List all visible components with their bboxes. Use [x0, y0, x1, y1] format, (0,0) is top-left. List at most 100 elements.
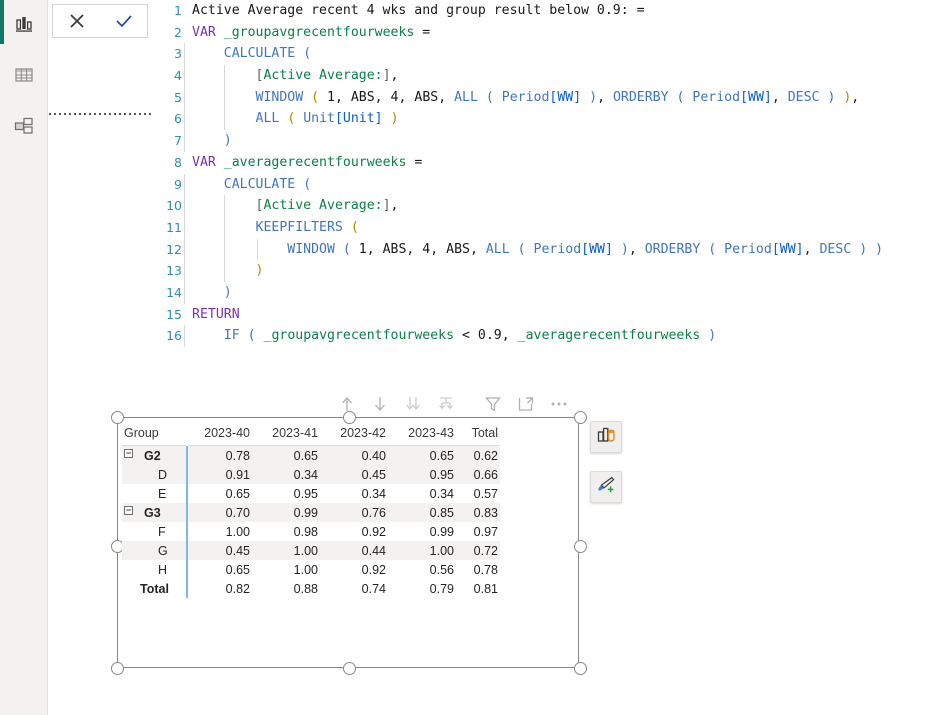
matrix-column-header[interactable]: 2023-43	[392, 423, 460, 446]
matrix-column-header[interactable]: Group	[122, 423, 187, 446]
matrix-value-cell[interactable]: 0.76	[324, 503, 392, 522]
matrix-value-cell[interactable]: 0.65	[186, 560, 256, 579]
matrix-value-cell[interactable]: 0.95	[256, 484, 324, 503]
resize-handle-bottom-right[interactable]	[574, 662, 587, 675]
matrix-value-cell[interactable]: 0.88	[256, 579, 324, 598]
filter-icon[interactable]	[476, 390, 509, 418]
matrix-column-header[interactable]: 2023-41	[256, 423, 324, 446]
pane-splitter-handle[interactable]	[49, 113, 152, 115]
matrix-value-cell[interactable]: 0.85	[392, 503, 460, 522]
matrix-value-cell[interactable]: 0.99	[392, 522, 460, 541]
code-token: Active Average:	[263, 198, 383, 214]
dax-formula-editor[interactable]: 1 Active Average recent 4 wks and group r…	[152, 0, 931, 378]
expand-all-down-icon[interactable]	[396, 390, 429, 418]
matrix-value-cell[interactable]: 0.65	[256, 446, 324, 466]
format-pane-button[interactable]	[590, 471, 622, 503]
matrix-total-cell[interactable]: 0.66	[460, 465, 500, 484]
matrix-value-cell[interactable]: 0.78	[186, 445, 256, 465]
matrix-value-cell[interactable]: 0.45	[324, 465, 392, 484]
focus-mode-icon[interactable]	[509, 390, 542, 418]
matrix-value-cell[interactable]: 0.91	[186, 465, 256, 484]
matrix-value-cell[interactable]: 0.44	[324, 541, 392, 560]
matrix-row[interactable]: G 0.45 1.00 0.44 1.00 0.72	[122, 541, 500, 560]
code-token: CALCULATE	[223, 176, 296, 192]
matrix-value-cell[interactable]: 0.34	[392, 484, 460, 503]
matrix-row-label-cell[interactable]: D	[122, 465, 187, 484]
matrix-value-cell[interactable]: 0.34	[256, 465, 324, 484]
matrix-visual[interactable]: Group 2023-40 2023-41 2023-42 2023-43 Total −…	[122, 423, 500, 598]
sidebar-item-data-view[interactable]	[8, 59, 40, 91]
matrix-total-cell[interactable]: 0.83	[460, 503, 500, 522]
matrix-total-cell[interactable]: 0.62	[460, 446, 500, 466]
row-expander-icon[interactable]: −	[124, 448, 133, 458]
matrix-row[interactable]: Total 0.82 0.88 0.74 0.79 0.81	[122, 579, 500, 598]
matrix-column-header[interactable]: 2023-42	[324, 423, 392, 446]
matrix-value-cell[interactable]: 0.95	[392, 465, 460, 484]
matrix-column-header[interactable]: Total	[460, 423, 500, 446]
matrix-value-cell[interactable]: 0.82	[186, 579, 256, 598]
matrix-value-cell[interactable]: 1.00	[256, 541, 324, 560]
matrix-value-cell[interactable]: 0.98	[256, 522, 324, 541]
sidebar-item-report-view[interactable]	[8, 8, 40, 40]
cancel-edit-button[interactable]	[53, 5, 100, 37]
matrix-column-header[interactable]: 2023-40	[186, 423, 256, 446]
resize-handle-bottom-center[interactable]	[343, 662, 356, 675]
matrix-value-cell[interactable]: 0.79	[392, 579, 460, 598]
matrix-value-cell[interactable]: 0.92	[324, 560, 392, 579]
matrix-value-cell[interactable]: 1.00	[392, 541, 460, 560]
matrix-total-cell[interactable]: 0.57	[460, 484, 500, 503]
sidebar-item-model-view[interactable]	[8, 110, 40, 142]
code-token: )	[859, 241, 868, 257]
resize-handle-bottom-left[interactable]	[111, 662, 124, 675]
matrix-row-label: − G3	[124, 504, 161, 520]
matrix-value-cell[interactable]: 0.65	[186, 484, 256, 503]
code-token: _groupavgrecentfourweeks	[223, 24, 415, 40]
matrix-row[interactable]: E 0.65 0.95 0.34 0.34 0.57	[122, 484, 500, 503]
code-token: WINDOW	[255, 89, 304, 105]
matrix-value-cell[interactable]: 1.00	[186, 522, 256, 541]
matrix-value-cell[interactable]: 0.34	[324, 484, 392, 503]
matrix-row-label-cell[interactable]: − G3	[122, 503, 187, 522]
matrix-row[interactable]: D 0.91 0.34 0.45 0.95 0.66	[122, 465, 500, 484]
matrix-value-cell[interactable]: 1.00	[256, 560, 324, 579]
code-token: (	[303, 46, 312, 62]
line-number: 11	[166, 219, 182, 235]
matrix-row-label: F	[158, 524, 166, 539]
commit-edit-button[interactable]	[100, 5, 147, 37]
resize-handle-top-right[interactable]	[574, 411, 587, 424]
matrix-value-cell[interactable]: 0.74	[324, 579, 392, 598]
matrix-value-cell[interactable]: 0.40	[324, 446, 392, 466]
code-token: (	[350, 219, 359, 235]
more-options-icon[interactable]	[542, 390, 575, 418]
resize-handle-middle-right[interactable]	[574, 540, 587, 553]
matrix-row-label-cell[interactable]: G	[122, 541, 187, 560]
matrix-total-cell[interactable]: 0.78	[460, 560, 500, 579]
matrix-total-cell[interactable]: 0.97	[460, 522, 500, 541]
matrix-row[interactable]: H 0.65 1.00 0.92 0.56 0.78	[122, 560, 500, 579]
matrix-value-cell[interactable]: 0.99	[256, 503, 324, 522]
code-text: CALCULATE (	[192, 43, 311, 65]
matrix-row-label-cell[interactable]: − G2	[122, 446, 187, 466]
matrix-value-cell[interactable]: 0.56	[392, 560, 460, 579]
drill-down-arrow-icon[interactable]	[363, 390, 396, 418]
matrix-row-label-cell[interactable]: E	[122, 484, 187, 503]
matrix-row[interactable]: − G2 0.78 0.65 0.40 0.65 0.62	[122, 445, 500, 466]
matrix-value-cell[interactable]: 0.92	[324, 522, 392, 541]
row-expander-icon[interactable]: −	[124, 505, 133, 515]
paintbrush-plus-icon	[595, 474, 617, 501]
matrix-row[interactable]: F 1.00 0.98 0.92 0.99 0.97	[122, 522, 500, 541]
matrix-value-cell[interactable]: 0.70	[186, 503, 256, 522]
matrix-row-label-cell[interactable]: Total	[122, 579, 187, 598]
visualizations-pane-button[interactable]	[590, 421, 622, 453]
code-token: )	[390, 111, 399, 127]
drill-mode-icon[interactable]	[429, 390, 462, 418]
code-token: Period	[724, 241, 772, 257]
code-token: 1,	[350, 241, 383, 257]
matrix-row-label-cell[interactable]: F	[122, 522, 187, 541]
matrix-row-label-cell[interactable]: H	[122, 560, 187, 579]
matrix-row[interactable]: − G3 0.70 0.99 0.76 0.85 0.83	[122, 503, 500, 522]
matrix-total-cell[interactable]: 0.81	[460, 579, 500, 598]
matrix-value-cell[interactable]: 0.65	[392, 446, 460, 466]
matrix-total-cell[interactable]: 0.72	[460, 541, 500, 560]
matrix-value-cell[interactable]: 0.45	[186, 541, 256, 560]
